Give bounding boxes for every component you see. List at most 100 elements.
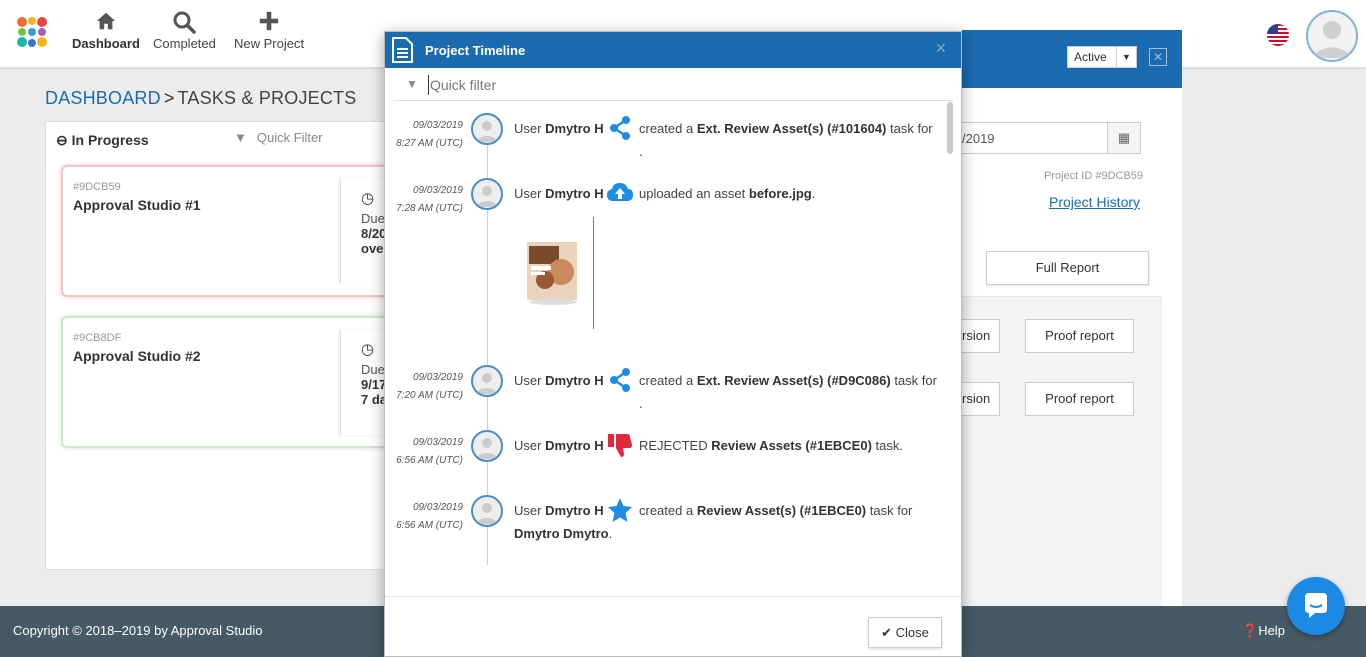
caret-down-icon: ▼ (1116, 47, 1136, 67)
us-flag-icon[interactable] (1267, 24, 1289, 46)
quick-filter-placeholder: Quick Filter (256, 130, 323, 145)
calendar-icon[interactable]: ▦ (1107, 122, 1141, 154)
entry-user-name: Dmytro H (545, 186, 604, 201)
entry-user: User Dmytro H (514, 434, 604, 457)
home-icon (72, 10, 140, 36)
entry-action: created a Review Asset(s) (#1EBCE0) task… (639, 499, 939, 522)
filter-icon: ▼ (406, 77, 418, 91)
entry-object: Ext. Review Asset(s) (#101604) (696, 121, 887, 136)
user-avatar (471, 113, 503, 145)
entry-user-name: Dmytro H (545, 121, 604, 136)
project-card[interactable]: #9CB8DF Approval Studio #2 ◷ Due 9/17 7 … (61, 316, 391, 448)
close-button-label: Close (895, 625, 929, 640)
nav-new-project-label: New Project (234, 36, 305, 51)
entry-object: Review Asset(s) (#1EBCE0) (696, 503, 867, 518)
entry-time: 7:28 AM (UTC) (396, 203, 463, 214)
entry-time: 7:20 AM (UTC) (396, 390, 463, 401)
project-id: #9CB8DF (73, 332, 122, 344)
entry-time: 6:56 AM (UTC) (396, 520, 463, 531)
modal-close-icon[interactable]: ✕ (935, 40, 947, 57)
user-avatar (471, 178, 503, 210)
in-progress-heading[interactable]: ⊖ In Progress (56, 132, 149, 149)
modal-header: Project Timeline ✕ (385, 32, 961, 68)
filter-icon: ▼ (234, 130, 247, 145)
entry-user-prefix: User (514, 121, 542, 136)
entry-action: REJECTED Review Assets (#1EBCE0) task. (639, 434, 939, 457)
status-select[interactable]: Active ▼ (1067, 46, 1137, 68)
entry-user-name: Dmytro H (545, 373, 604, 388)
entry-datetime: 09/03/2019 6:56 AM (UTC) (385, 434, 463, 470)
entry-verb: REJECTED (639, 438, 708, 453)
project-title: Approval Studio #2 (73, 348, 201, 364)
nav-completed[interactable]: Completed (153, 10, 216, 51)
entry-suffix: task for (869, 503, 913, 518)
nav-new-project[interactable]: New Project (234, 10, 304, 51)
project-card[interactable]: #9DCB59 Approval Studio #1 ◷ Due 8/20 ov… (61, 165, 391, 297)
modal-title: Project Timeline (425, 43, 526, 58)
nav-completed-label: Completed (153, 36, 216, 51)
entry-object: Review Assets (#1EBCE0) (711, 438, 872, 453)
quick-filter-bg[interactable]: ▼ Quick Filter (234, 130, 323, 145)
proof-report-button[interactable]: Proof report (1025, 319, 1134, 353)
user-avatar[interactable] (1306, 10, 1358, 62)
entry-datetime: 09/03/2019 8:27 AM (UTC) (385, 117, 463, 153)
cloud-upload-icon (607, 183, 633, 201)
document-icon (392, 37, 413, 63)
entry-object-2: Dmytro Dmytro (514, 526, 609, 541)
entry-user-prefix: User (514, 503, 542, 518)
nav-dashboard[interactable]: Dashboard (72, 10, 140, 51)
project-details-header: Active ▼ ✕ (962, 30, 1182, 88)
entry-datetime: 09/03/2019 7:28 AM (UTC) (385, 182, 463, 218)
entry-user-name: Dmytro H (545, 503, 604, 518)
project-history-link[interactable]: Project History (1049, 194, 1140, 210)
help-link[interactable]: ❓Help (1242, 623, 1285, 639)
help-label: Help (1258, 623, 1285, 638)
entry-datetime: 09/03/2019 6:56 AM (UTC) (385, 499, 463, 535)
assets-area: rsion Proof report rsion Proof report (962, 296, 1162, 657)
in-progress-label: In Progress (71, 132, 149, 148)
scrollbar-thumb[interactable] (947, 102, 953, 154)
entry-date: 09/03/2019 (412, 502, 463, 513)
collapse-circle-icon: ⊖ (56, 132, 68, 148)
quick-filter-input[interactable] (428, 75, 928, 95)
proof-report-button[interactable]: Proof report (1025, 382, 1134, 416)
entry-object: Ext. Review Asset(s) (#D9C086) (696, 373, 891, 388)
version-button[interactable]: rsion (962, 319, 1000, 353)
breadcrumb-home[interactable]: DASHBOARD (45, 88, 161, 108)
breadcrumb-separator: > (163, 88, 175, 108)
full-report-button[interactable]: Full Report (986, 251, 1149, 285)
user-avatar (471, 365, 503, 397)
entry-time: 6:56 AM (UTC) (396, 455, 463, 466)
entry-user-name: Dmytro H (545, 438, 604, 453)
star-icon (608, 498, 632, 522)
approval-studio-logo[interactable] (16, 16, 48, 48)
entry-action-continued: Dmytro Dmytro. (514, 522, 612, 545)
entry-object: before.jpg (748, 186, 812, 201)
entry-verb: uploaded an asset (639, 186, 746, 201)
question-circle-icon: ❓ (1242, 623, 1259, 638)
version-button[interactable]: rsion (962, 382, 1000, 416)
plus-icon (234, 10, 304, 36)
chat-button[interactable] (1287, 577, 1345, 635)
share-icon (610, 116, 630, 140)
entry-verb: created a (639, 373, 694, 388)
entry-date: 09/03/2019 (412, 185, 463, 196)
close-icon[interactable]: ✕ (1149, 48, 1167, 66)
timeline-filter: ▼ (393, 68, 953, 101)
status-value: Active (1074, 50, 1107, 64)
entry-datetime: 09/03/2019 7:20 AM (UTC) (385, 369, 463, 405)
scrollbar-track[interactable] (947, 102, 953, 562)
chat-bubble-icon (1305, 593, 1327, 618)
in-progress-panel: ⊖ In Progress ▼ Quick Filter #9DCB59 Appr… (45, 121, 391, 570)
entry-time: 8:27 AM (UTC) (396, 138, 463, 149)
entry-user-prefix: User (514, 438, 542, 453)
asset-thumbnail[interactable] (523, 232, 583, 307)
project-id-label: Project ID #9DCB59 (1044, 170, 1144, 182)
breadcrumb: DASHBOARD > TASKS & PROJECTS (45, 88, 356, 109)
entry-suffix: task. (875, 438, 903, 453)
close-button[interactable]: ✔ Close (868, 617, 942, 648)
check-icon: ✔ (881, 625, 893, 640)
project-details-panel: Active ▼ ✕ /2019 ▦ Project ID #9DCB59 Pr… (962, 30, 1182, 657)
entry-action: created a Ext. Review Asset(s) (#D9C086)… (639, 369, 939, 415)
entry-verb: created a (639, 121, 694, 136)
